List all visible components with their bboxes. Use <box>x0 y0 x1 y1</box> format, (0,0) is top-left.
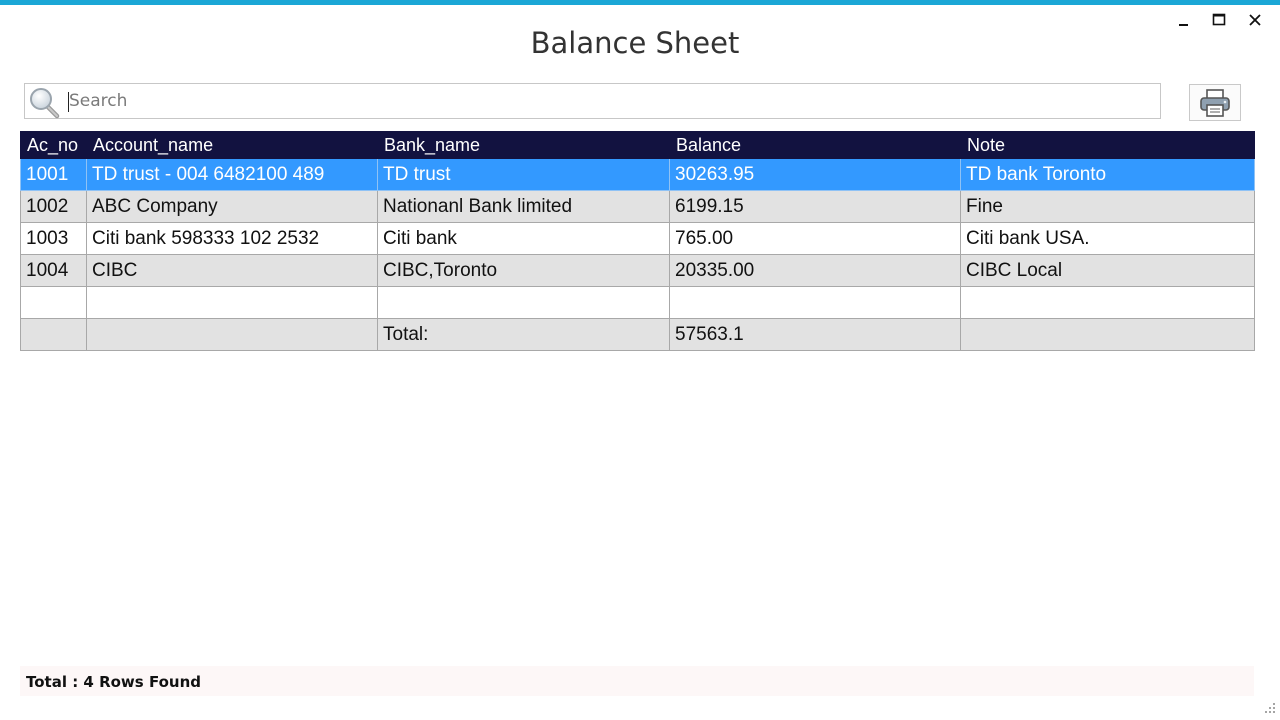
cell-ac-no[interactable]: 1001 <box>20 158 87 191</box>
search-icon <box>30 88 60 119</box>
cell-empty[interactable] <box>669 286 961 319</box>
print-button[interactable] <box>1189 84 1241 121</box>
cell-note[interactable]: Citi bank USA. <box>960 222 1255 255</box>
status-bar: Total : 4 Rows Found <box>20 666 1254 696</box>
cell-balance[interactable]: 20335.00 <box>669 254 961 287</box>
cell-account-name[interactable]: ABC Company <box>86 190 378 223</box>
table-row[interactable]: 1003 Citi bank 598333 102 2532 Citi bank… <box>20 222 1255 255</box>
cell-note[interactable]: Fine <box>960 190 1255 223</box>
page-title: Balance Sheet <box>530 26 740 60</box>
minimize-icon <box>1179 24 1188 26</box>
cell-note[interactable]: TD bank Toronto <box>960 158 1255 191</box>
total-label: Total: <box>377 318 670 351</box>
cell-bank-name[interactable]: Nationanl Bank limited <box>377 190 670 223</box>
column-header-bank-name[interactable]: Bank_name <box>377 131 670 159</box>
column-header-balance[interactable]: Balance <box>669 131 961 159</box>
total-value: 57563.1 <box>669 318 961 351</box>
cell-bank-name[interactable]: Citi bank <box>377 222 670 255</box>
search-input[interactable] <box>69 88 1149 114</box>
row-count-status: Total : 4 Rows Found <box>26 673 201 691</box>
total-row: Total: 57563.1 <box>20 318 1255 351</box>
cell-ac-no[interactable]: 1002 <box>20 190 87 223</box>
column-header-ac-no[interactable]: Ac_no <box>20 131 87 159</box>
cell-empty <box>20 318 87 351</box>
balance-table: Ac_no Account_name Bank_name Balance Not… <box>20 131 1255 351</box>
table-header-row: Ac_no Account_name Bank_name Balance Not… <box>20 131 1255 159</box>
cell-note[interactable]: CIBC Local <box>960 254 1255 287</box>
column-header-account-name[interactable]: Account_name <box>86 131 378 159</box>
column-header-note[interactable]: Note <box>960 131 1255 159</box>
cell-balance[interactable]: 765.00 <box>669 222 961 255</box>
cell-empty[interactable] <box>86 286 378 319</box>
table-row[interactable]: 1004 CIBC CIBC,Toronto 20335.00 CIBC Loc… <box>20 254 1255 287</box>
search-box[interactable] <box>24 83 1161 119</box>
cell-bank-name[interactable]: TD trust <box>377 158 670 191</box>
cell-empty[interactable] <box>20 286 87 319</box>
cell-ac-no[interactable]: 1003 <box>20 222 87 255</box>
new-row-placeholder[interactable] <box>20 286 1255 319</box>
cell-empty <box>960 318 1255 351</box>
close-icon <box>1249 14 1261 26</box>
cell-bank-name[interactable]: CIBC,Toronto <box>377 254 670 287</box>
maximize-icon <box>1212 13 1226 26</box>
table-row[interactable]: 1001 TD trust - 004 6482100 489 TD trust… <box>20 158 1255 191</box>
cell-account-name[interactable]: TD trust - 004 6482100 489 <box>86 158 378 191</box>
printer-icon <box>1200 88 1230 117</box>
resize-grip-icon[interactable] <box>1262 700 1276 714</box>
cell-ac-no[interactable]: 1004 <box>20 254 87 287</box>
cell-empty[interactable] <box>960 286 1255 319</box>
table-row[interactable]: 1002 ABC Company Nationanl Bank limited … <box>20 190 1255 223</box>
cell-account-name[interactable]: CIBC <box>86 254 378 287</box>
cell-balance[interactable]: 6199.15 <box>669 190 961 223</box>
cell-balance[interactable]: 30263.95 <box>669 158 961 191</box>
cell-account-name[interactable]: Citi bank 598333 102 2532 <box>86 222 378 255</box>
window-accent-bar <box>0 0 1280 5</box>
cell-empty <box>86 318 378 351</box>
cell-empty[interactable] <box>377 286 670 319</box>
